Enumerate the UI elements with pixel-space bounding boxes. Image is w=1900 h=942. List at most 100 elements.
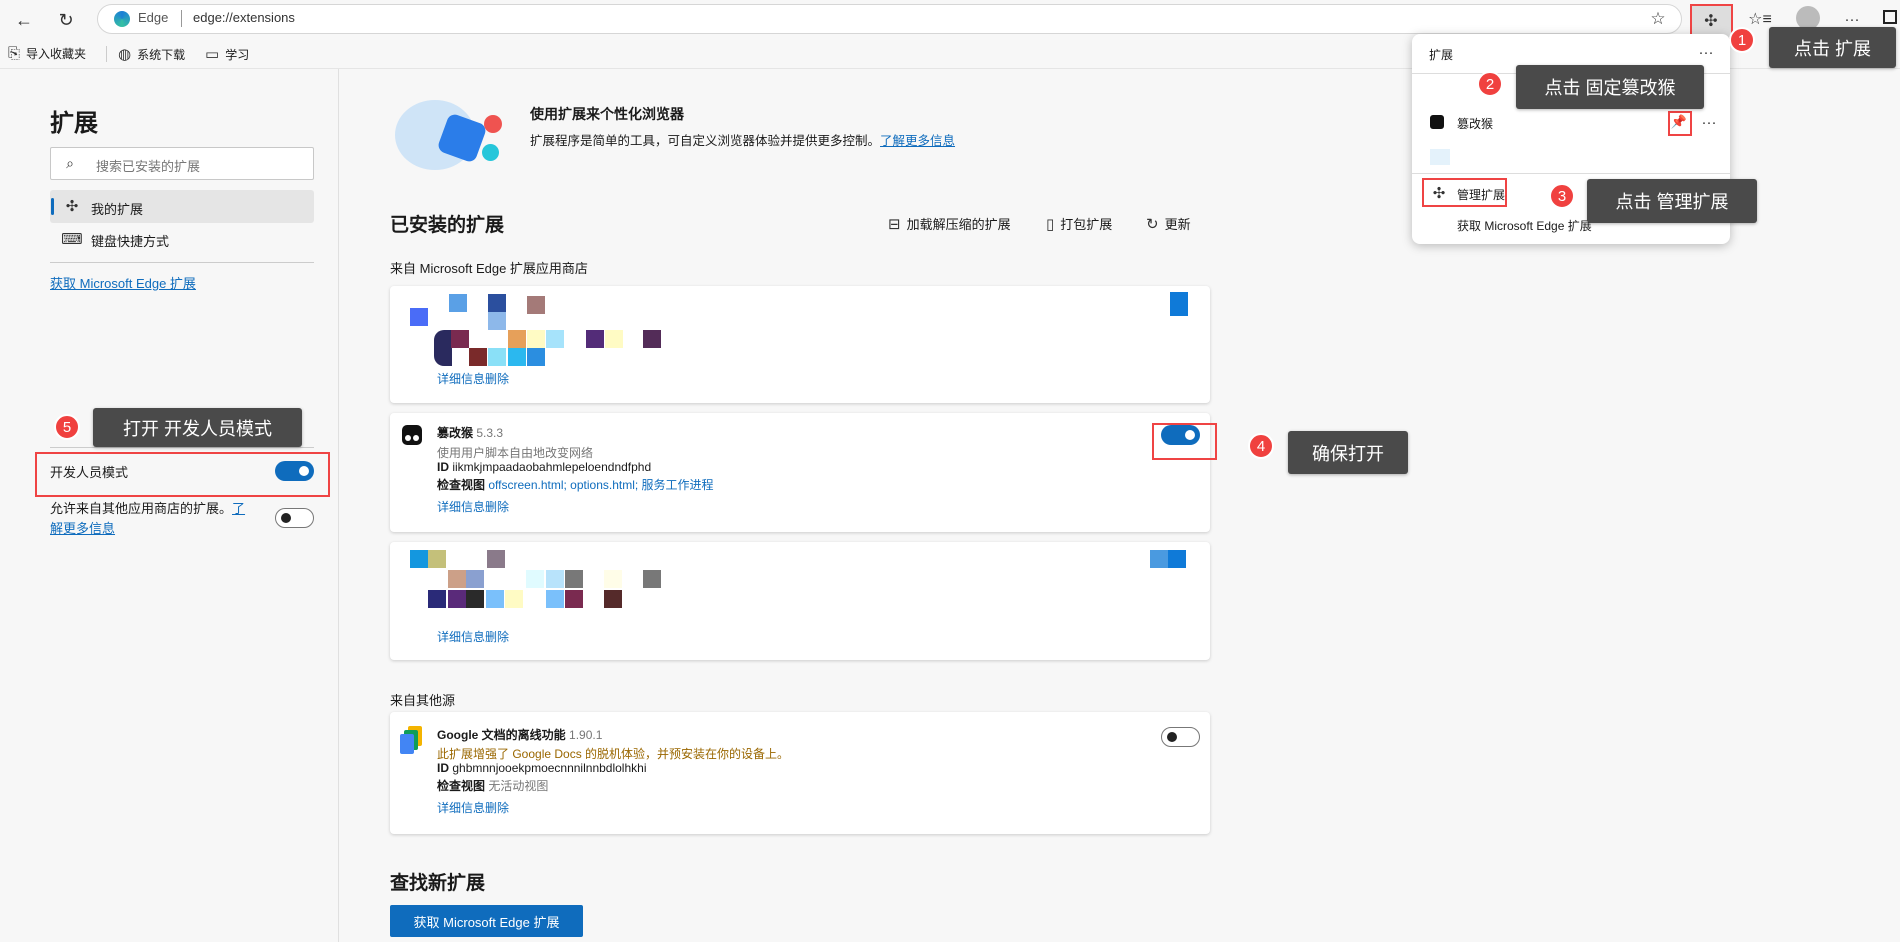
get-extensions-link[interactable]: 获取 Microsoft Edge 扩展 [50,273,196,292]
mosaic [469,348,487,366]
mosaic [488,294,506,312]
divider [50,262,314,263]
annotation-box-4 [1152,423,1217,460]
sidebar-item-shortcuts[interactable]: 键盘快捷方式 [91,231,169,250]
remove-link[interactable]: 删除 [485,370,509,387]
installed-heading: 已安装的扩展 [390,215,505,236]
remove-link[interactable]: 删除 [485,498,509,515]
mosaic [527,348,545,366]
active-indicator [51,198,54,215]
search-icon: ⌕ [66,154,74,171]
mosaic [565,590,583,608]
mosaic [428,590,446,608]
favorites-icon[interactable]: ☆≡ [1748,7,1772,31]
mosaic [449,294,467,312]
annotation-box-5 [35,452,330,497]
load-unpacked-button[interactable]: ⊟ 加载解压缩的扩展 [888,214,1011,233]
mosaic [487,550,505,568]
hero-desc-text: 扩展程序是简单的工具，可自定义浏览器体验并提供更多控制。 [530,134,881,148]
keyboard-icon: ⌨ [61,231,83,248]
get-extensions-item[interactable]: 获取 Microsoft Edge 扩展 [1457,217,1592,234]
details-link[interactable]: 详细信息 [437,799,485,816]
annotation-tooltip-2: 点击 固定篡改猴 [1516,65,1704,109]
box-icon: ⊟ [888,215,901,233]
annotation-tooltip-4: 确保打开 [1288,431,1408,474]
mosaic [448,570,466,588]
extension-card-google-docs: Google 文档的离线功能 1.90.1 此扩展增强了 Google Docs… [390,712,1210,834]
store-section-label: 来自 Microsoft Edge 扩展应用商店 [390,261,588,276]
mosaic [466,590,484,608]
lock-illustration [484,115,502,133]
other-section-label: 来自其他源 [390,693,456,708]
package-icon: ▯ [1046,215,1055,233]
learn-more-link[interactable]: 解更多信息 [50,521,115,536]
url-text[interactable]: edge://extensions [193,10,295,25]
update-button[interactable]: ↻ 更新 [1146,214,1191,233]
mosaic [410,308,428,326]
divider [181,10,182,27]
divider [50,447,314,448]
google-docs-icon-layer [400,734,414,754]
annotation-badge-3: 3 [1549,183,1575,209]
bookmark-label: 系统下载 [137,47,186,62]
sidebar-item-my-extensions[interactable] [50,190,314,223]
details-link[interactable]: 详细信息 [437,370,485,387]
google-docs-toggle[interactable] [1161,727,1200,747]
inspect-label: 检查视图 [437,478,486,492]
remove-link[interactable]: 删除 [485,799,509,816]
mosaic [605,330,623,348]
back-icon[interactable]: ← [10,6,38,34]
details-link[interactable]: 详细信息 [437,628,485,645]
tampermonkey-icon [1430,115,1444,129]
address-bar[interactable] [97,4,1682,34]
bookmark-downloads[interactable]: ◍ 系统下载 [118,45,185,63]
annotation-badge-5: 5 [54,414,80,440]
annotation-badge-2: 2 [1477,71,1503,97]
popup-title: 扩展 [1429,48,1454,62]
popup-item-tampermonkey[interactable]: 篡改猴 [1457,115,1493,132]
bookmark-study[interactable]: ▭ 学习 [205,45,249,63]
allow-other-stores-toggle[interactable] [275,508,314,528]
hero-title: 使用扩展来个性化浏览器 [530,106,684,122]
more-icon[interactable]: ··· [1699,112,1719,132]
more-icon[interactable]: ··· [1694,42,1718,62]
bookmark-import[interactable]: ⎘ 导入收藏夹 [8,45,86,62]
annotation-box-2 [1668,111,1692,136]
inspect-views-link[interactable]: offscreen.html; options.html; 服务工作进程 [488,478,713,492]
id-label: ID [437,761,449,775]
star-icon[interactable]: ☆ [1646,7,1670,31]
blurred-extension-icon [1430,149,1450,165]
learn-more-link[interactable]: 了解更多信息 [880,134,955,148]
mosaic [488,312,506,330]
mosaic [527,296,545,314]
extension-desc: 使用用户脚本自由地改变网络 [437,446,594,460]
mosaic [508,348,526,366]
sidebar-icon[interactable] [1883,10,1897,24]
refresh-icon[interactable]: ↻ [52,6,80,34]
mosaic [1150,550,1168,568]
extension-card-tampermonkey: 篡改猴 5.3.3 使用用户脚本自由地改变网络 ID iikmkjmpaadao… [390,413,1210,532]
folder-icon: ▭ [205,46,220,63]
inspect-label: 检查视图 [437,779,486,793]
action-label: 加载解压缩的扩展 [906,217,1011,232]
mosaic [586,330,604,348]
import-icon: ⎘ [8,45,21,62]
mosaic [505,590,523,608]
get-extensions-button[interactable]: 获取 Microsoft Edge 扩展 [390,905,583,937]
action-label: 打包扩展 [1060,217,1113,232]
pack-extension-button[interactable]: ▯ 打包扩展 [1046,214,1112,233]
mosaic [546,590,564,608]
details-link[interactable]: 详细信息 [437,498,485,515]
search-placeholder: 搜索已安装的扩展 [96,159,201,174]
action-label: 更新 [1164,217,1191,232]
bookmark-label: 导入收藏夹 [26,47,87,61]
refresh-icon: ↻ [1146,215,1159,233]
learn-more-link[interactable]: 了 [232,501,245,516]
mosaic [565,570,583,588]
remove-link[interactable]: 删除 [485,628,509,645]
mosaic [428,550,446,568]
mosaic [546,330,564,348]
extension-version: 1.90.1 [569,728,603,742]
id-label: ID [437,460,449,474]
mosaic [508,330,526,348]
